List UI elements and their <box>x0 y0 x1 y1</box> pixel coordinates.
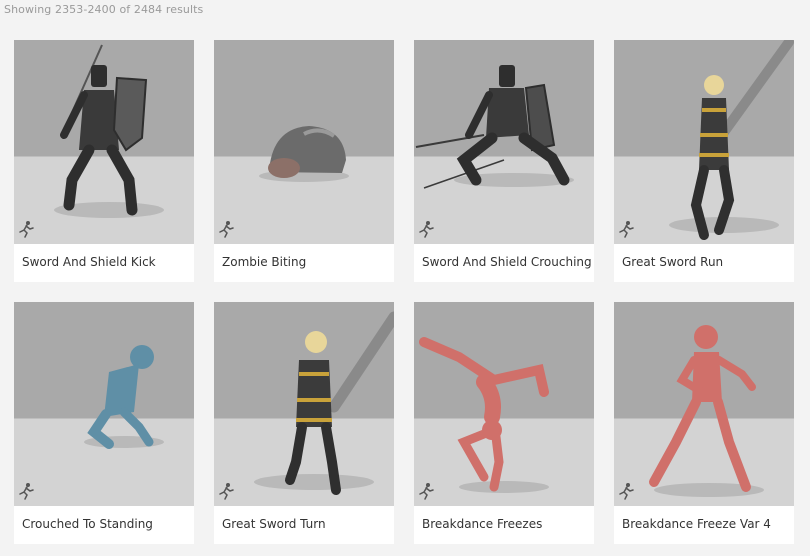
running-figure-icon <box>619 221 634 238</box>
animation-title: Sword And Shield Kick <box>22 255 156 269</box>
animation-card[interactable]: Breakdance Freeze Var 4 <box>614 302 794 544</box>
running-figure-icon <box>419 483 434 500</box>
animation-card[interactable]: Sword And Shield Kick <box>14 40 194 282</box>
paladin-figure <box>669 40 794 240</box>
animation-title: Breakdance Freezes <box>422 517 543 531</box>
animation-title: Great Sword Run <box>622 255 724 269</box>
animation-thumbnail[interactable] <box>414 302 594 506</box>
mannequin-figure <box>84 345 164 449</box>
animation-title: Zombie Biting <box>222 255 307 269</box>
paladin-figure <box>254 311 394 495</box>
running-figure-icon <box>19 221 34 238</box>
results-count: Showing 2353-2400 of 2484 results <box>4 3 204 16</box>
animation-thumbnail[interactable] <box>614 302 794 506</box>
animation-thumbnail[interactable] <box>414 40 594 244</box>
knight-figure <box>54 44 164 218</box>
animation-card[interactable]: Sword And Shield Crouching <box>414 40 594 282</box>
running-figure-icon <box>419 221 434 238</box>
animation-thumbnail[interactable] <box>214 302 394 506</box>
animation-title: Crouched To Standing <box>22 517 153 531</box>
animation-card[interactable]: Crouched To Standing <box>14 302 194 544</box>
mannequin-figure <box>419 337 549 493</box>
animation-title: Sword And Shield Crouching <box>422 255 592 269</box>
animation-thumbnail[interactable] <box>214 40 394 244</box>
knight-figure <box>415 65 574 189</box>
running-figure-icon <box>619 483 634 500</box>
zombie-figure <box>259 126 349 182</box>
animation-card[interactable]: Breakdance Freezes <box>414 302 594 544</box>
animation-title: Breakdance Freeze Var 4 <box>622 517 771 531</box>
running-figure-icon <box>219 221 234 238</box>
animation-thumbnail[interactable] <box>14 40 194 244</box>
animation-card[interactable]: Great Sword Turn <box>214 302 394 544</box>
animation-thumbnail[interactable] <box>614 40 794 244</box>
animation-title: Great Sword Turn <box>222 517 326 531</box>
animation-thumbnail[interactable] <box>14 302 194 506</box>
mannequin-figure <box>649 325 764 497</box>
animation-card[interactable]: Zombie Biting <box>214 40 394 282</box>
running-figure-icon <box>219 483 234 500</box>
running-figure-icon <box>19 483 34 500</box>
animation-card[interactable]: Great Sword Run <box>614 40 794 282</box>
